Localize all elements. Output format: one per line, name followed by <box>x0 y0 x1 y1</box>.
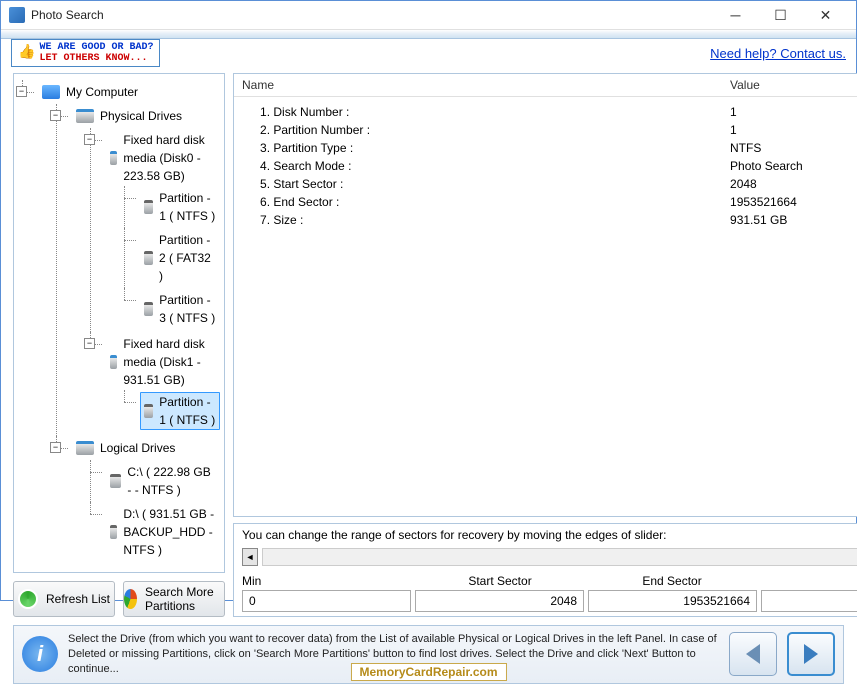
help-link[interactable]: Need help? Contact us. <box>710 46 846 61</box>
rate-us-button[interactable]: 👍 WE ARE GOOD OR BAD? LET OTHERS KNOW... <box>11 39 160 67</box>
property-row: 4. Search Mode :Photo Search <box>242 157 857 175</box>
info-icon: i <box>22 636 58 672</box>
drive-tree[interactable]: − My Computer − Physical Drives − Fixed … <box>13 73 225 573</box>
app-window: Photo Search ─ ☐ ✕ DDR Professional Spee… <box>0 0 857 601</box>
logo-ddr: DDR <box>13 34 84 39</box>
max-sector-input[interactable] <box>761 590 857 612</box>
properties-table: Name Value 1. Disk Number :12. Partition… <box>233 73 857 517</box>
drive-icon <box>76 109 94 123</box>
property-row: 7. Size :931.51 GB <box>242 211 857 229</box>
right-panel: Name Value 1. Disk Number :12. Partition… <box>233 73 857 617</box>
sector-slider[interactable] <box>262 548 857 566</box>
property-name: 3. Partition Type : <box>242 141 730 155</box>
min-label: Min <box>242 574 414 588</box>
rate-line1: WE ARE GOOD OR BAD? <box>39 42 153 53</box>
refresh-list-button[interactable]: Refresh List <box>13 581 115 617</box>
property-name: 4. Search Mode : <box>242 159 730 173</box>
banner: DDR Professional Speedy & Mighty <box>1 30 856 39</box>
property-name: 1. Disk Number : <box>242 105 730 119</box>
tree-logical-drives[interactable]: Logical Drives <box>72 438 179 458</box>
property-name: 6. End Sector : <box>242 195 730 209</box>
computer-icon <box>42 85 60 99</box>
tree-drive-d[interactable]: D:\ ( 931.51 GB - BACKUP_HDD - NTFS ) <box>106 504 220 560</box>
start-sector-input[interactable] <box>415 590 584 612</box>
app-icon <box>9 7 25 23</box>
minimize-button[interactable]: ─ <box>713 1 758 29</box>
property-value: NTFS <box>730 141 857 155</box>
property-name: 5. Start Sector : <box>242 177 730 191</box>
property-value: 1 <box>730 105 857 119</box>
expander-icon[interactable]: − <box>16 86 27 97</box>
sector-range-panel: You can change the range of sectors for … <box>233 523 857 617</box>
tree-disk1-partition1[interactable]: Partition - 1 ( NTFS ) <box>140 392 220 430</box>
property-row: 5. Start Sector :2048 <box>242 175 857 193</box>
footer-bar: i Select the Drive (from which you want … <box>13 625 844 684</box>
slider-left-button[interactable]: ◄ <box>242 548 258 566</box>
watermark: MemoryCardRepair.com <box>350 663 506 681</box>
arrow-left-icon <box>746 644 760 664</box>
rate-line2: LET OTHERS KNOW... <box>39 53 153 64</box>
partition-pie-icon <box>124 589 137 609</box>
slider-label: You can change the range of sectors for … <box>242 528 857 542</box>
property-row: 3. Partition Type :NTFS <box>242 139 857 157</box>
partition-icon <box>144 251 153 265</box>
back-button[interactable] <box>729 632 777 676</box>
tree-my-computer[interactable]: My Computer <box>38 82 142 102</box>
left-buttons: Refresh List Search More Partitions <box>13 581 225 617</box>
drive-icon <box>76 441 94 455</box>
thumb-up-icon: 👍 <box>18 48 35 59</box>
property-value: 1953521664 <box>730 195 857 209</box>
end-sector-label: End Sector <box>586 574 758 588</box>
maximize-button[interactable]: ☐ <box>758 1 803 29</box>
expander-icon[interactable]: − <box>50 442 61 453</box>
search-more-partitions-button[interactable]: Search More Partitions <box>123 581 225 617</box>
expander-icon[interactable]: − <box>50 110 61 121</box>
left-panel: − My Computer − Physical Drives − Fixed … <box>13 73 225 617</box>
min-sector-input[interactable] <box>242 590 411 612</box>
column-header-name: Name <box>242 78 730 92</box>
property-value: 2048 <box>730 177 857 191</box>
property-value: 931.51 GB <box>730 213 857 227</box>
titlebar: Photo Search ─ ☐ ✕ <box>1 1 856 30</box>
column-header-value: Value <box>730 78 857 92</box>
tree-drive-c[interactable]: C:\ ( 222.98 GB - - NTFS ) <box>106 462 220 500</box>
partition-icon <box>144 404 153 418</box>
property-name: 2. Partition Number : <box>242 123 730 137</box>
hdd-icon <box>110 355 117 369</box>
tree-disk0-partition3[interactable]: Partition - 3 ( NTFS ) <box>140 290 220 328</box>
tree-physical-drives[interactable]: Physical Drives <box>72 106 186 126</box>
property-value: 1 <box>730 123 857 137</box>
hdd-icon <box>110 151 117 165</box>
partition-icon <box>144 302 153 316</box>
window-title: Photo Search <box>31 8 713 22</box>
tree-disk0-partition2[interactable]: Partition - 2 ( FAT32 ) <box>140 230 220 286</box>
start-sector-label: Start Sector <box>414 574 586 588</box>
refresh-icon <box>18 589 38 609</box>
arrow-right-icon <box>804 644 818 664</box>
topbar: 👍 WE ARE GOOD OR BAD? LET OTHERS KNOW...… <box>1 39 856 67</box>
expander-icon[interactable]: − <box>84 134 95 145</box>
max-label: Max <box>758 574 857 588</box>
property-value: Photo Search <box>730 159 857 173</box>
partition-icon <box>144 200 153 214</box>
close-button[interactable]: ✕ <box>803 1 848 29</box>
tree-disk0[interactable]: Fixed hard disk media (Disk0 - 223.58 GB… <box>106 130 220 186</box>
next-button[interactable] <box>787 632 835 676</box>
expander-icon[interactable]: − <box>84 338 95 349</box>
content-area: − My Computer − Physical Drives − Fixed … <box>1 67 856 621</box>
volume-icon <box>110 474 121 488</box>
property-row: 6. End Sector :1953521664 <box>242 193 857 211</box>
tree-disk0-partition1[interactable]: Partition - 1 ( NTFS ) <box>140 188 220 226</box>
property-row: 2. Partition Number :1 <box>242 121 857 139</box>
property-name: 7. Size : <box>242 213 730 227</box>
volume-icon <box>110 525 117 539</box>
property-row: 1. Disk Number :1 <box>242 103 857 121</box>
tree-disk1[interactable]: Fixed hard disk media (Disk1 - 931.51 GB… <box>106 334 220 390</box>
end-sector-input[interactable] <box>588 590 757 612</box>
